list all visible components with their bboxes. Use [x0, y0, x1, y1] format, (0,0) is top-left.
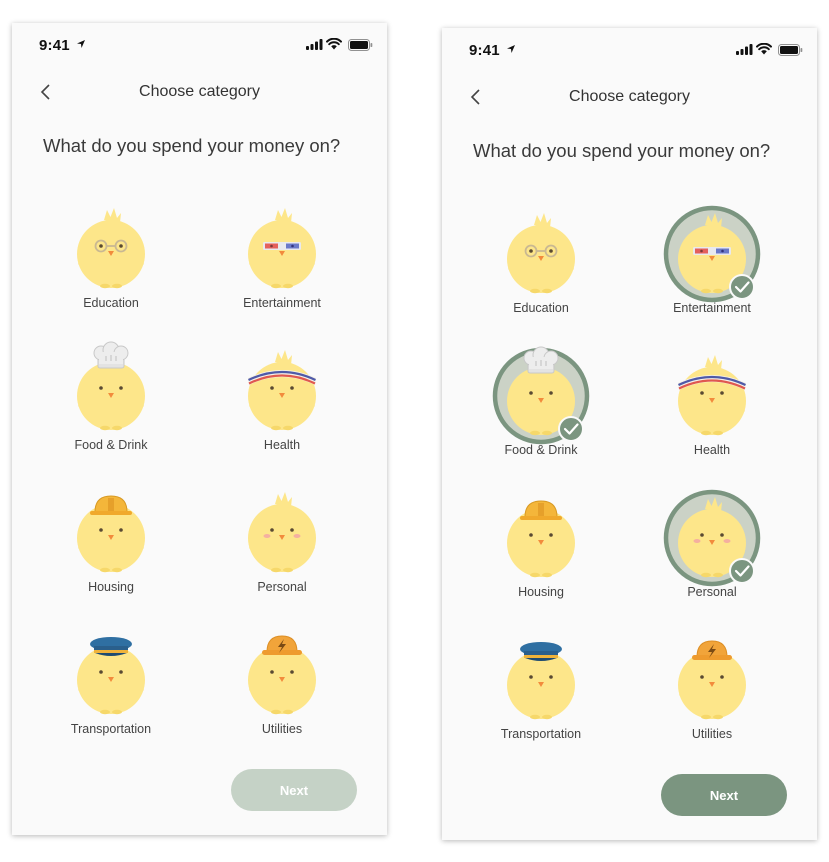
- status-bar: 9:41: [12, 23, 387, 63]
- category-housing[interactable]: Housing: [481, 491, 601, 611]
- page-title: Choose category: [139, 83, 260, 100]
- category-label: Personal: [687, 585, 737, 599]
- phone-screen-2: 9:41 Choose category What do you spend y…: [442, 28, 817, 840]
- category-label: Housing: [88, 580, 134, 594]
- category-label: Entertainment: [673, 301, 751, 315]
- cellular-signal-icon: [736, 44, 753, 55]
- battery-icon: [348, 39, 373, 51]
- pilot-cap-chick-icon: [507, 642, 575, 720]
- status-time: 9:41: [469, 42, 500, 59]
- category-utilities[interactable]: Utilities: [652, 633, 772, 753]
- glasses-chick-icon: [77, 208, 145, 289]
- category-label: Housing: [518, 585, 564, 599]
- question-heading: What do you spend your money on?: [43, 135, 341, 156]
- blush-chick-icon: [663, 489, 761, 587]
- category-label: Utilities: [261, 722, 303, 736]
- category-label: Utilities: [691, 727, 733, 741]
- category-health[interactable]: Health: [652, 349, 772, 469]
- headband-chick-icon: [248, 350, 316, 431]
- question-heading: What do you spend your money on?: [473, 140, 771, 161]
- category-entertainment[interactable]: Entertainment: [222, 202, 342, 322]
- 3d-glasses-chick-icon: [248, 208, 316, 289]
- category-label: Food & Drink: [504, 443, 578, 457]
- category-food-drink[interactable]: Food & Drink: [481, 346, 601, 469]
- category-label: Health: [263, 438, 301, 452]
- lightning-hat-chick-icon: [248, 635, 316, 715]
- category-label: Entertainment: [243, 296, 321, 310]
- lightning-hat-chick-icon: [678, 640, 746, 720]
- glasses-chick-icon: [507, 213, 575, 294]
- category-label: Health: [693, 443, 731, 457]
- location-arrow-icon: [77, 40, 85, 48]
- pilot-cap-chick-icon: [77, 637, 145, 715]
- 3d-glasses-chick-icon: [663, 205, 761, 303]
- wifi-icon: [756, 43, 772, 55]
- blush-chick-icon: [248, 492, 316, 573]
- headband-chick-icon: [678, 355, 746, 436]
- chef-hat-chick-icon: [77, 341, 145, 431]
- category-personal[interactable]: Personal: [222, 486, 342, 606]
- category-label: Education: [513, 301, 569, 315]
- check-badge-icon: [729, 558, 755, 584]
- wifi-icon: [326, 38, 342, 50]
- category-transportation[interactable]: Transportation: [481, 633, 601, 753]
- chef-hat-chick-icon: [492, 346, 590, 445]
- category-transportation[interactable]: Transportation: [51, 628, 171, 748]
- category-housing[interactable]: Housing: [51, 486, 171, 606]
- location-arrow-icon: [507, 45, 515, 53]
- category-utilities[interactable]: Utilities: [222, 628, 342, 748]
- category-entertainment[interactable]: Entertainment: [652, 205, 772, 327]
- category-education[interactable]: Education: [51, 202, 171, 322]
- phone-screen-1: 9:41 Choose category What do you spend y…: [12, 23, 387, 835]
- next-button[interactable]: Next: [661, 774, 787, 816]
- status-time: 9:41: [39, 37, 70, 54]
- check-badge-icon: [729, 274, 755, 300]
- check-badge-icon: [558, 416, 584, 442]
- battery-icon: [778, 44, 803, 56]
- next-button[interactable]: Next: [231, 769, 357, 811]
- category-label: Education: [83, 296, 139, 310]
- category-education[interactable]: Education: [481, 207, 601, 327]
- category-personal[interactable]: Personal: [652, 489, 772, 611]
- category-label: Personal: [257, 580, 307, 594]
- hard-hat-chick-icon: [77, 495, 145, 573]
- status-bar: 9:41: [442, 28, 817, 68]
- category-label: Transportation: [70, 722, 152, 736]
- category-health[interactable]: Health: [222, 344, 342, 464]
- category-label: Food & Drink: [74, 438, 148, 452]
- category-label: Transportation: [500, 727, 582, 741]
- category-food-drink[interactable]: Food & Drink: [51, 341, 171, 464]
- page-title: Choose category: [569, 88, 690, 105]
- cellular-signal-icon: [306, 39, 323, 50]
- hard-hat-chick-icon: [507, 500, 575, 578]
